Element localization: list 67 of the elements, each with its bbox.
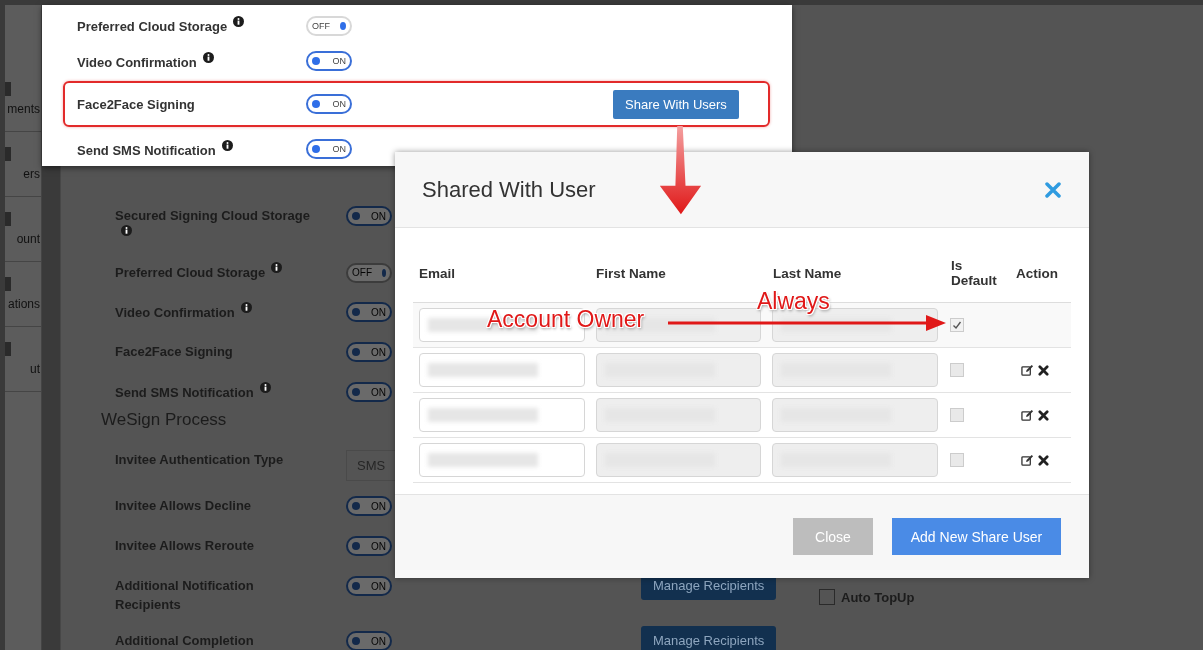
setting-label: Additional Completion [115, 633, 254, 648]
input-field[interactable] [595, 443, 762, 477]
sidebar-item[interactable]: ount [16, 232, 41, 246]
input-field[interactable] [419, 353, 585, 387]
toggle-switch[interactable]: ON [346, 206, 392, 226]
annotation-text: Account Owner [487, 306, 645, 333]
column-header: Email [419, 265, 457, 281]
toggle-switch[interactable]: ON [306, 51, 352, 71]
toggle-switch[interactable]: ON [346, 496, 392, 516]
checkbox-label: Auto TopUp [841, 589, 915, 605]
toggle-switch[interactable]: ON [306, 94, 352, 114]
annotation-text: Always [757, 288, 830, 315]
toggle-switch[interactable]: ON [346, 382, 392, 402]
setting-label: Secured Signing Cloud Storage [115, 208, 311, 223]
setting-label: Face2Face Signing [115, 344, 233, 359]
toggle-switch[interactable]: OFF [346, 262, 392, 283]
column-header: Action [1016, 265, 1059, 281]
toggle-switch[interactable]: OFF [306, 15, 352, 36]
setting-label: Send SMS Notification [115, 385, 254, 400]
setting-label: Preferred Cloud Storage [115, 265, 266, 280]
sidebar-item[interactable]: ments [7, 102, 41, 116]
setting-label: Video Confirmation [77, 55, 197, 70]
delete-icon[interactable] [1038, 409, 1050, 421]
toggle-switch[interactable]: ON [346, 536, 392, 556]
sidebar-icon [5, 342, 11, 356]
checkbox[interactable] [819, 589, 835, 605]
sidebar-icon [5, 147, 11, 161]
setting-label: Invitee Authentication Type [115, 452, 284, 467]
input-field[interactable] [419, 398, 585, 432]
share-with-users-button[interactable]: Share With Users [613, 89, 739, 119]
delete-icon[interactable] [1038, 454, 1050, 466]
setting-label: Send SMS Notification [77, 143, 216, 158]
column-header: First Name [596, 265, 667, 281]
input-field[interactable] [772, 398, 939, 432]
setting-label: Invitee Allows Reroute [115, 538, 254, 553]
setting-label: Additional Notification Recipients [115, 578, 254, 612]
modal-title: Shared With User [422, 176, 596, 203]
close-icon[interactable] [1045, 181, 1061, 198]
input-field[interactable] [772, 443, 939, 477]
column-header: Last Name [773, 265, 843, 281]
manage-recipients-button[interactable]: Manage Recipients [641, 626, 777, 650]
sidebar-item[interactable]: ations [7, 297, 41, 311]
section-heading: WeSign Process [101, 410, 227, 430]
toggle-switch[interactable]: ON [346, 302, 392, 322]
sidebar-icon [5, 82, 11, 96]
sidebar-item[interactable]: ers [23, 167, 41, 181]
sidebar-icon [5, 277, 11, 291]
column-header: Is Default [951, 258, 998, 288]
setting-label: Video Confirmation [115, 305, 235, 320]
setting-label: Preferred Cloud Storage [77, 19, 228, 34]
setting-label: Invitee Allows Decline [115, 498, 252, 513]
sidebar-icon [5, 212, 11, 226]
edit-icon[interactable] [1021, 453, 1035, 467]
toggle-switch[interactable]: ON [346, 631, 392, 650]
input-field[interactable] [419, 443, 585, 477]
edit-icon[interactable] [1021, 408, 1035, 422]
sidebar-item[interactable]: ut [30, 362, 41, 376]
input-field[interactable] [772, 353, 939, 387]
toggle-switch[interactable]: ON [346, 576, 392, 596]
toggle-switch[interactable]: ON [346, 342, 392, 362]
toggle-switch[interactable]: ON [306, 139, 352, 159]
edit-icon[interactable] [1021, 363, 1035, 377]
setting-label: Face2Face Signing [77, 96, 195, 112]
add-user-button[interactable]: Add New Share User [892, 518, 1061, 555]
delete-icon[interactable] [1038, 364, 1050, 376]
input-field[interactable] [595, 398, 762, 432]
input-field[interactable] [595, 353, 762, 387]
